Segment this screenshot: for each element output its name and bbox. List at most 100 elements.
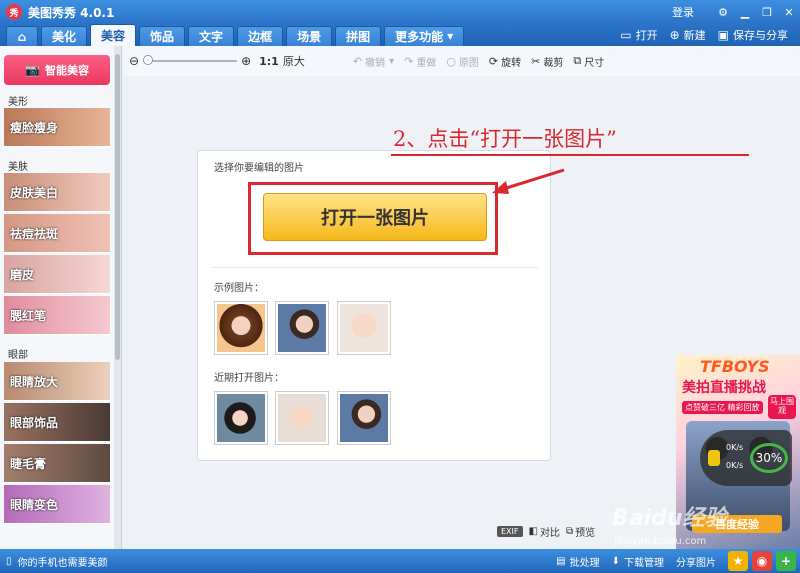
sidebar-item-label: 腮红笔 xyxy=(10,308,47,323)
ad-title: TFBOYS xyxy=(700,357,770,376)
tab-collage[interactable]: 拼图 xyxy=(335,26,382,46)
tab-label: 场景 xyxy=(297,30,322,44)
save-share-label: 保存与分享 xyxy=(733,29,788,42)
zoom-slider[interactable] xyxy=(143,55,238,65)
redo-button[interactable]: ↷ 重做 xyxy=(404,54,436,69)
login-link[interactable]: 登录 xyxy=(672,4,694,20)
upload-speed: 0K/s xyxy=(726,443,744,452)
minimize-icon[interactable]: ▁ xyxy=(734,3,756,21)
download-icon: ⬇ xyxy=(611,555,620,567)
share-image-button[interactable]: 分享图片 xyxy=(676,554,716,569)
tab-accessories[interactable]: 饰品 xyxy=(139,26,186,46)
sidebar-item-label: 眼部饰品 xyxy=(10,415,59,430)
ad-subtitle: 美拍直播挑战 xyxy=(682,380,766,396)
star-icon[interactable]: ★ xyxy=(728,551,748,571)
ad-tag: 点赞破三亿 精彩回放 xyxy=(682,401,763,414)
open-button[interactable]: ▭ 打开 xyxy=(620,27,657,43)
chevron-down-icon: ▼ xyxy=(447,32,454,41)
sidebar-item-slim[interactable]: 瘦脸瘦身 xyxy=(4,108,110,147)
sidebar-item-mascara[interactable]: 睫毛膏 xyxy=(4,444,110,483)
sidebar-item-enlarge-eyes[interactable]: 眼睛放大 xyxy=(4,362,110,401)
status-actions: ▤ 批处理 ⬇ 下载管理 分享图片 ★ ◉ + xyxy=(556,549,800,573)
example-thumbnail[interactable] xyxy=(214,301,268,355)
sidebar-item-eye-color[interactable]: 眼睛变色 xyxy=(4,485,110,524)
recent-thumbnail[interactable] xyxy=(214,391,268,445)
memory-percent: 30% xyxy=(750,443,788,473)
settings-icon[interactable]: ⚙ xyxy=(712,3,734,21)
mobile-promo-link[interactable]: ▯ 你的手机也需要美颜 xyxy=(6,554,108,569)
tab-frame[interactable]: 边框 xyxy=(237,26,284,46)
rotate-button[interactable]: ⟳ 旋转 xyxy=(489,54,521,69)
sidebar-item-eye-accessory[interactable]: 眼部饰品 xyxy=(4,403,110,442)
mobile-promo-label: 你的手机也需要美颜 xyxy=(17,557,108,569)
sidebar-item-blush[interactable]: 腮红笔 xyxy=(4,296,110,335)
sidebar-item-label: 皮肤美白 xyxy=(10,185,59,200)
chevron-down-icon[interactable]: ▾ xyxy=(389,56,394,67)
sidebar-item-smooth[interactable]: 磨皮 xyxy=(4,255,110,294)
tab-scene[interactable]: 场景 xyxy=(286,26,333,46)
zoom-slider-knob[interactable] xyxy=(143,55,154,65)
original-size-button[interactable]: 原大 xyxy=(283,53,305,69)
section-label-skin: 美肤 xyxy=(8,162,28,173)
annotation-arrow xyxy=(492,168,565,194)
sidebar-scrollbar[interactable] xyxy=(114,46,121,549)
tab-home[interactable]: ⌂ xyxy=(6,26,38,46)
compare-button[interactable]: ◧ 对比 xyxy=(529,524,560,539)
recent-thumbnail[interactable] xyxy=(275,391,329,445)
smart-beauty-label: 智能美容 xyxy=(44,64,89,77)
ratio-button[interactable]: 1:1 xyxy=(259,55,279,68)
crop-button[interactable]: ✂ 裁剪 xyxy=(531,54,563,69)
rotate-icon: ⟳ xyxy=(488,54,499,68)
preview-label: 预览 xyxy=(575,528,596,539)
plus-circle-icon: ⊕ xyxy=(669,28,680,42)
smart-beauty-button[interactable]: 📷 智能美容 xyxy=(4,55,110,85)
tab-more[interactable]: 更多功能 ▼ xyxy=(384,26,465,46)
batch-button[interactable]: ▤ 批处理 xyxy=(556,554,599,569)
undo-icon: ↶ xyxy=(352,54,363,68)
tab-beauty[interactable]: 美容 xyxy=(90,24,137,46)
main-tab-bar: ⌂ 美化 美容 饰品 文字 边框 场景 拼图 更多功能 ▼ ▭ 打开 ⊕ 新建 ▣ 保存… xyxy=(0,24,800,46)
panel-divider xyxy=(212,267,538,268)
sidebar-item-whiten[interactable]: 皮肤美白 xyxy=(4,173,110,212)
exif-button[interactable]: EXIF xyxy=(497,526,523,537)
sidebar-item-acne[interactable]: 祛痘祛斑 xyxy=(4,214,110,253)
example-image xyxy=(217,304,265,352)
scrollbar-thumb[interactable] xyxy=(115,54,120,360)
undo-button[interactable]: ↶ 撤销 ▾ xyxy=(353,54,394,69)
add-icon[interactable]: + xyxy=(776,551,796,571)
download-manager-button[interactable]: ⬇ 下载管理 xyxy=(612,554,664,569)
compare-label: 对比 xyxy=(539,528,560,539)
weibo-icon[interactable]: ◉ xyxy=(752,551,772,571)
size-button[interactable]: ⧉ 尺寸 xyxy=(573,54,604,69)
tab-text[interactable]: 文字 xyxy=(188,26,235,46)
restore-icon[interactable]: ❐ xyxy=(756,3,778,21)
example-thumbnail[interactable] xyxy=(275,301,329,355)
example-image xyxy=(278,304,326,352)
new-button[interactable]: ⊕ 新建 xyxy=(670,27,706,43)
save-share-button[interactable]: ▣ 保存与分享 xyxy=(718,27,788,43)
camera-icon: 📷 xyxy=(25,63,40,77)
watermark-url: jingyan.baidu.com xyxy=(614,536,707,547)
redo-label: 重做 xyxy=(416,57,437,69)
watermark-brand: Baidu经验 xyxy=(612,506,727,531)
tab-actions: ▭ 打开 ⊕ 新建 ▣ 保存与分享 xyxy=(620,24,800,46)
app-logo-icon: 秀 xyxy=(6,4,22,20)
speed-ball-icon xyxy=(708,450,720,466)
compare-icon: ◧ xyxy=(528,526,538,537)
tab-label: 边框 xyxy=(248,30,273,44)
tab-beautify[interactable]: 美化 xyxy=(41,26,88,46)
zoom-in-icon[interactable]: ⊕ xyxy=(241,54,251,68)
recent-thumbnail[interactable] xyxy=(337,391,391,445)
open-image-button[interactable]: 打开一张图片 xyxy=(263,193,487,241)
preview-button[interactable]: ⧉ 预览 xyxy=(566,524,595,539)
download-speed: 0K/s xyxy=(726,461,744,470)
sidebar-item-label: 祛痘祛斑 xyxy=(10,226,59,241)
tab-label: 美化 xyxy=(52,30,77,44)
network-speed-widget[interactable]: 0K/s 0K/s 30% xyxy=(700,430,792,486)
original-button[interactable]: ○ 原图 xyxy=(446,54,479,69)
panel-prompt: 选择你要编辑的图片 xyxy=(214,163,304,174)
zoom-out-icon[interactable]: ⊖ xyxy=(129,54,139,68)
ad-watch-button[interactable]: 马上围观 xyxy=(768,395,796,419)
example-thumbnail[interactable] xyxy=(337,301,391,355)
close-icon[interactable]: ✕ xyxy=(778,3,800,21)
